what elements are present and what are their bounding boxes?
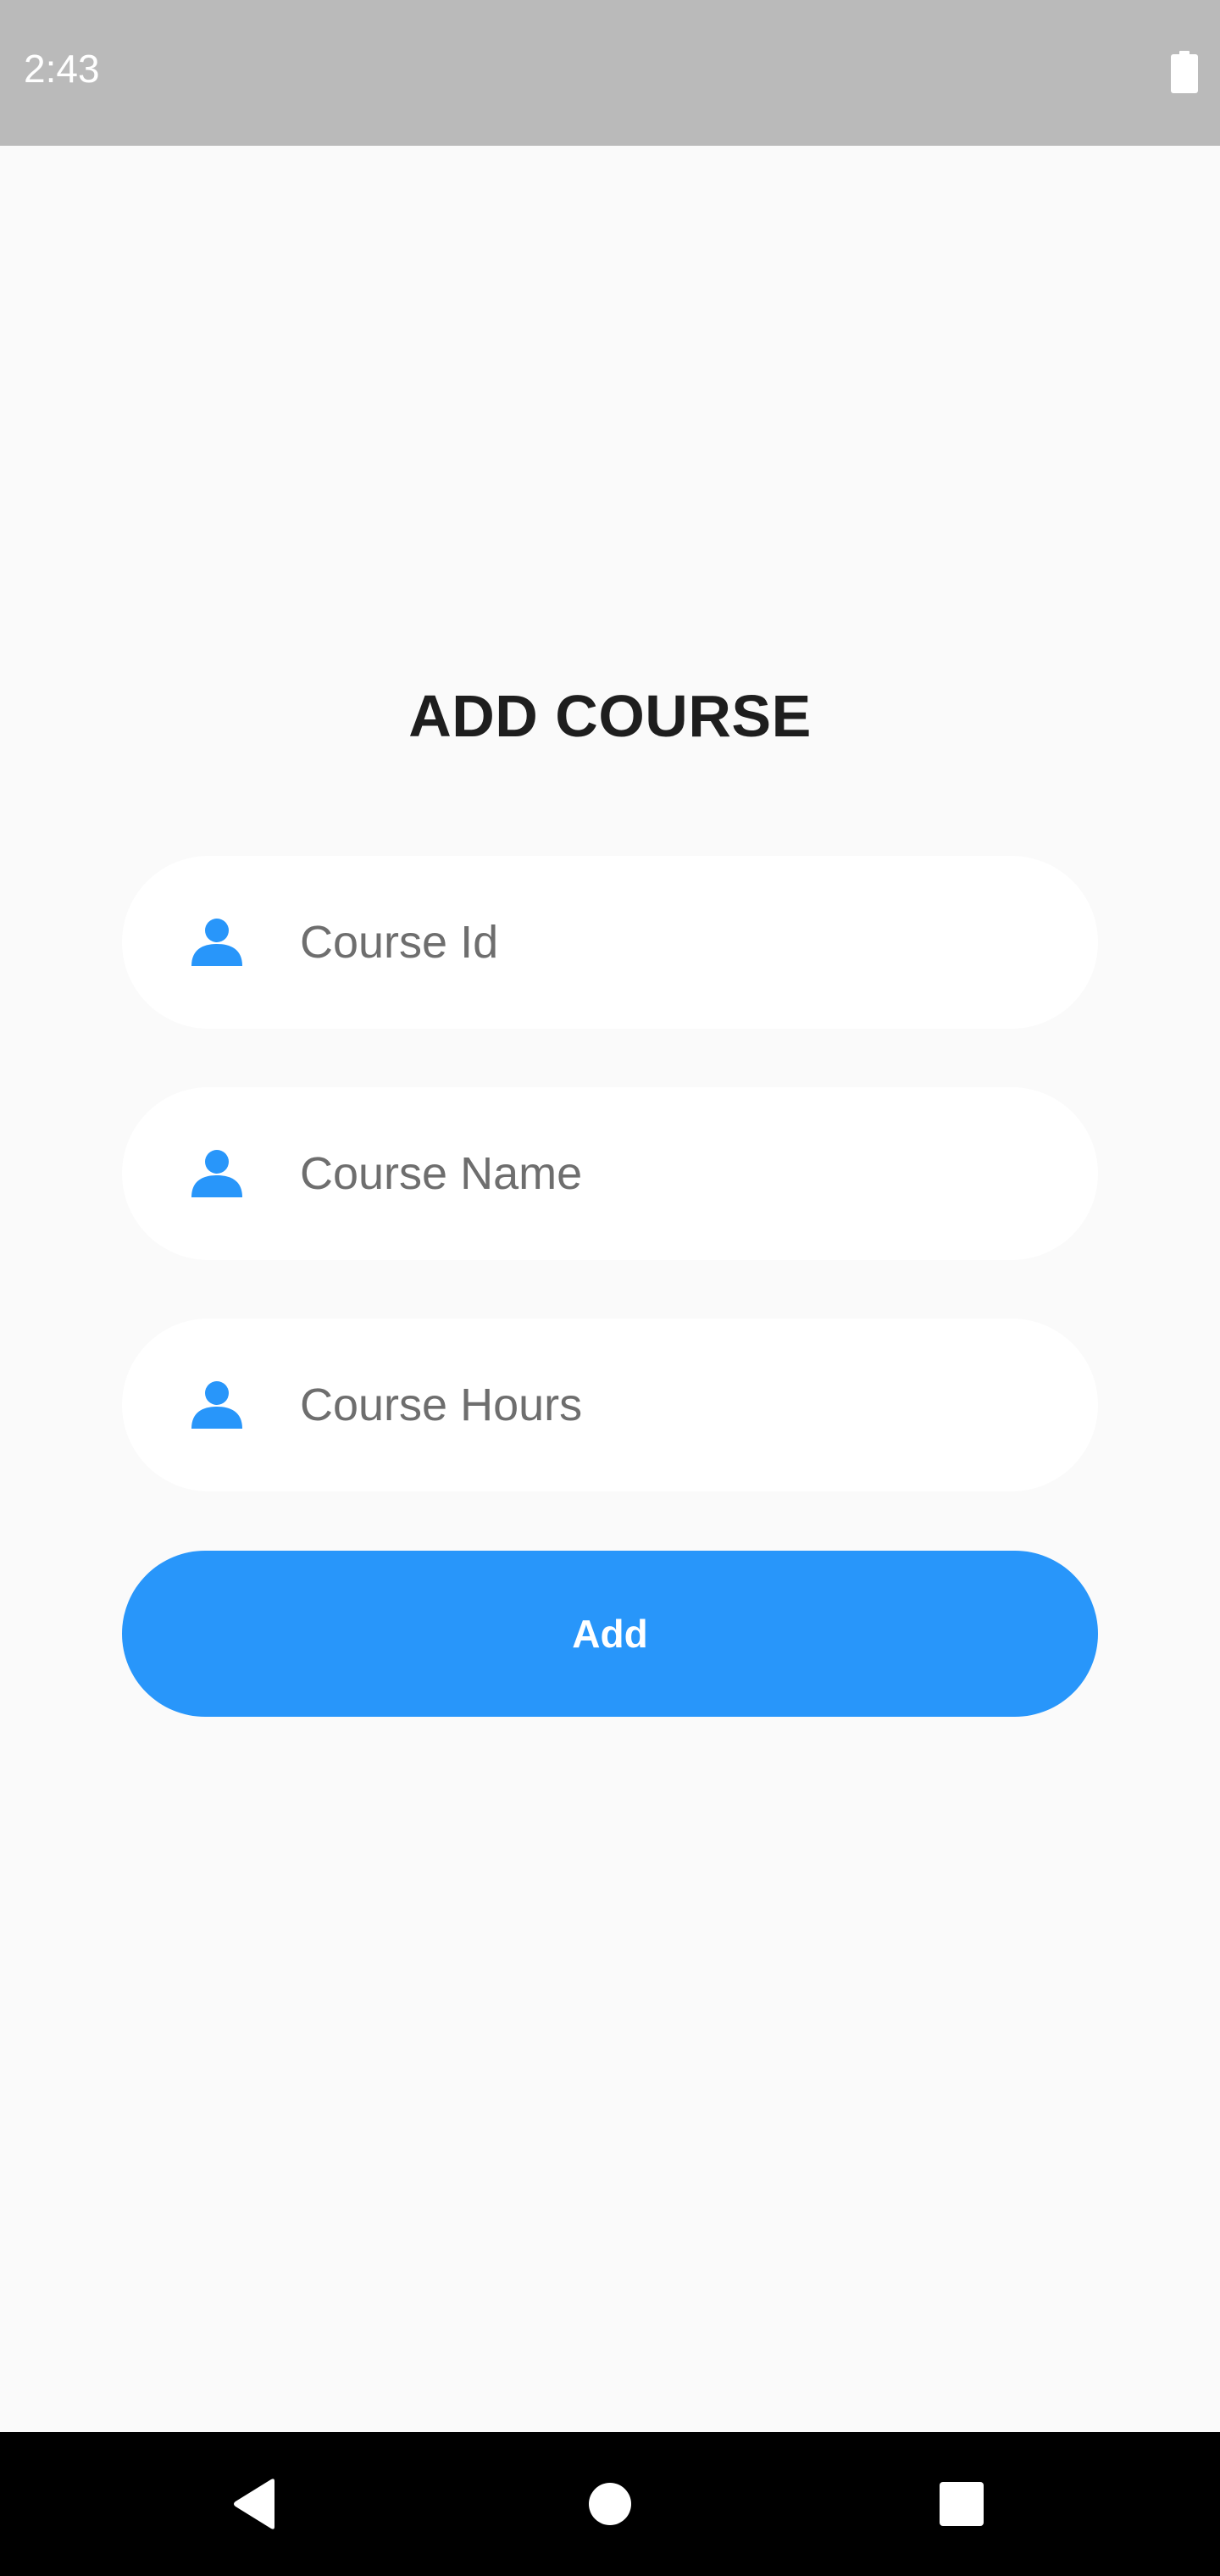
battery-full-icon [1171,51,1198,93]
recents-square-icon [940,2482,984,2526]
person-icon [191,1150,242,1197]
recents-button[interactable] [919,2462,1004,2546]
status-bar: 2:43 [0,0,1220,146]
navigation-bar [0,2432,1220,2576]
home-button[interactable] [568,2462,652,2546]
person-icon [191,919,242,966]
course-id-field[interactable] [122,856,1098,1029]
status-time: 2:43 [24,47,100,91]
course-id-input[interactable] [300,856,1045,1029]
course-name-input[interactable] [300,1087,1045,1260]
person-icon [191,1381,242,1429]
home-circle-icon [589,2483,631,2525]
page-title: ADD COURSE [408,683,812,749]
add-button[interactable]: Add [122,1551,1098,1717]
course-hours-field[interactable] [122,1319,1098,1491]
back-triangle-icon [234,2479,274,2529]
back-button[interactable] [212,2462,297,2546]
course-name-field[interactable] [122,1087,1098,1260]
course-hours-input[interactable] [300,1319,1045,1491]
